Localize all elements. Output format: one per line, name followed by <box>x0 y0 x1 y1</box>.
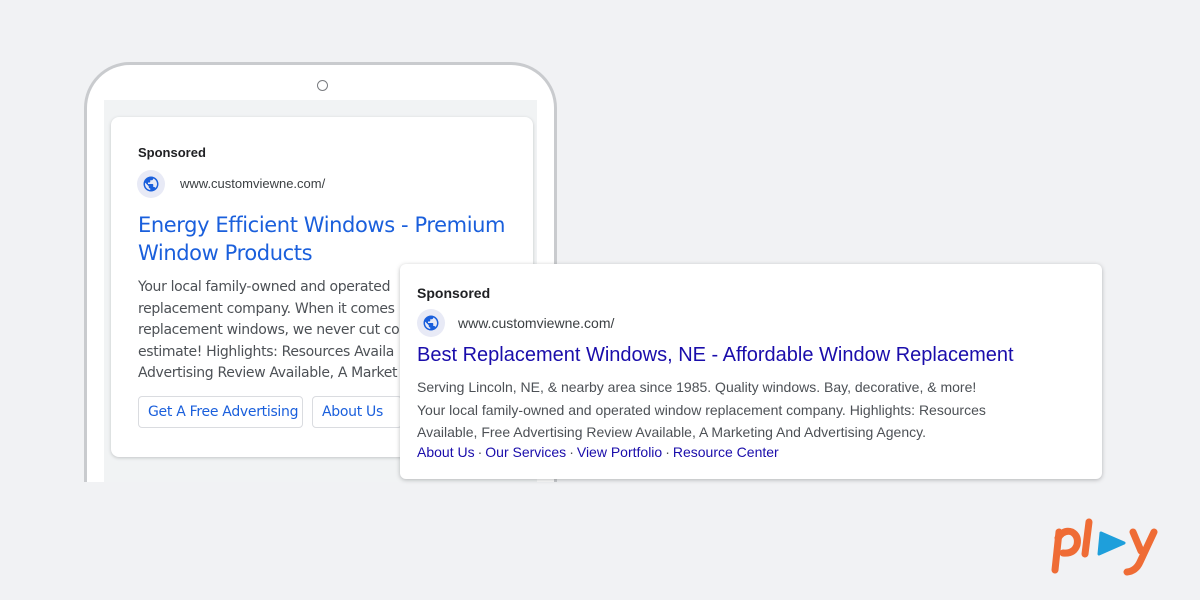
ad-description: Serving Lincoln, NE, & nearby area since… <box>417 376 1087 444</box>
globe-icon <box>417 309 445 337</box>
phone-camera <box>317 80 328 91</box>
about-us-button[interactable]: About Us <box>312 396 402 428</box>
sitelink-separator: · <box>665 444 670 460</box>
sitelink-our-services[interactable]: Our Services <box>485 444 566 460</box>
display-url[interactable]: www.customviewne.com/ <box>180 176 325 191</box>
description-line: Your local family-owned and operated win… <box>417 401 986 418</box>
play-logo <box>1051 518 1158 576</box>
description-line: Available, Free Advertising Review Avail… <box>417 424 926 440</box>
description-line: Serving Lincoln, NE, & nearby area since… <box>417 379 977 395</box>
sitelink-about-us[interactable]: About Us <box>417 444 475 460</box>
display-url[interactable]: www.customviewne.com/ <box>458 315 614 331</box>
globe-icon <box>137 170 165 198</box>
sitelink-separator: · <box>569 444 574 460</box>
desktop-ad-card: Sponsored www.customviewne.com/ Best Rep… <box>400 264 1102 479</box>
sponsored-label: Sponsored <box>417 285 491 301</box>
free-advertising-button[interactable]: Get A Free Advertising <box>138 396 303 428</box>
sitelinks: About Us · Our Services · View Portfolio · Res… <box>417 444 779 460</box>
sitelink-view-portfolio[interactable]: View Portfolio <box>577 444 662 460</box>
sitelink-separator: · <box>477 444 483 460</box>
ad-headline[interactable]: Energy Efficient Windows - Premium Windo… <box>138 211 508 267</box>
ad-headline[interactable]: Best Replacement Windows, NE - Affordabl… <box>417 344 1014 367</box>
sitelink-resource-center[interactable]: Resource Center <box>673 444 779 460</box>
sponsored-label: Sponsored <box>138 145 206 160</box>
